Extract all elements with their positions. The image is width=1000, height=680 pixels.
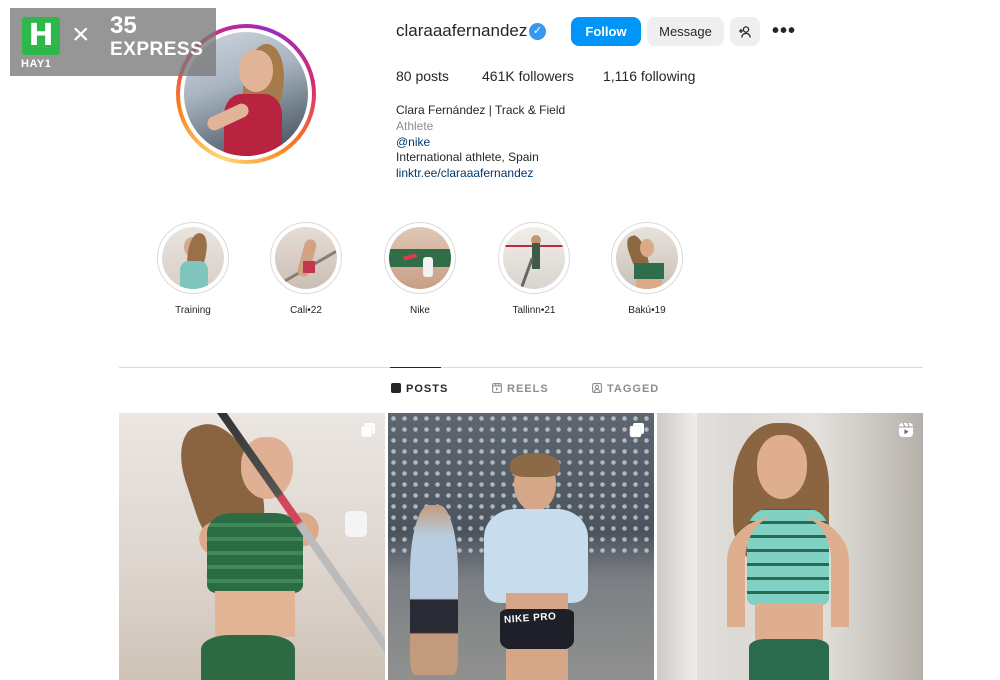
posts-count: 80 posts [396,68,449,84]
highlight-thumbnail [275,227,337,289]
tab-reels-label: REELS [507,383,549,395]
post-thumbnail-3[interactable] [657,413,923,680]
active-tab-indicator [390,367,441,368]
highlight-baku-19[interactable]: Bakú•19 [611,222,683,316]
reels-icon [492,383,502,393]
highlight-training[interactable]: Training [157,222,229,316]
highlight-thumbnail [389,227,451,289]
highlight-tallinn-21[interactable]: Tallinn•21 [498,222,570,316]
followers-count[interactable]: 461K followers [482,68,574,84]
watermark-times: × [72,18,90,51]
post-thumbnail-2[interactable]: NIKE PRO [388,413,654,680]
highlight-label: Nike [409,305,430,316]
highlight-ring [270,222,342,294]
highlight-thumbnail [616,227,678,289]
tab-tagged[interactable]: TAGGED [592,383,659,395]
highlight-ring [384,222,456,294]
post-thumbnail-1[interactable] [119,413,385,680]
watermark-express: EXPRESS [110,39,204,60]
avatar-top [224,94,282,156]
post-photo-doorframe [657,413,697,680]
tab-reels[interactable]: REELS [492,383,549,395]
post-photo-shorts [201,635,295,680]
profile-username: claraaafernandez [396,21,528,40]
carousel-icon [360,423,375,438]
highlight-nike[interactable]: Nike [384,222,456,316]
highlight-ring [611,222,683,294]
suggested-users-button[interactable] [730,17,760,46]
message-button[interactable]: Message [647,17,724,46]
highlight-label: Training [175,305,211,316]
tab-tagged-label: TAGGED [607,383,660,395]
follow-button[interactable]: Follow [571,17,641,46]
highlight-label: Tallinn•21 [512,305,556,316]
carousel-icon [629,423,644,438]
highlight-label: Cali•22 [290,305,322,316]
bio-external-link[interactable]: linktr.ee/claraaafernandez [396,166,533,180]
highlight-cali-22[interactable]: Cali•22 [270,222,342,316]
post-photo-top [207,513,303,593]
watermark-number: 35 [110,12,137,39]
following-count-value: 1,116 [603,68,637,84]
tagged-icon [592,383,602,393]
highlight-ring [498,222,570,294]
bio-full-name: Clara Fernández | Track & Field [396,103,566,117]
bio-category: Athlete [396,119,434,133]
post-photo-shorts [749,639,829,680]
verified-badge-icon: ✓ [529,23,546,40]
watermark-logo: H HAY1 × 35 EXPRESS [10,8,216,76]
following-count[interactable]: 1,116 following [603,68,695,84]
post-photo-person-left [410,505,458,675]
posts-count-value: 80 [396,68,412,84]
followers-count-label: followers [518,68,574,84]
posts-count-label: posts [415,68,449,84]
reel-icon [899,422,913,437]
grid-icon [391,383,401,393]
bio-description: International athlete, Spain [396,150,539,164]
bio-mention-link[interactable]: @nike [396,135,430,149]
followers-count-value: 461K [482,68,515,84]
add-user-icon [739,26,751,38]
post-photo-torso [215,591,295,637]
tab-posts-label: POSTS [406,383,449,395]
avatar-face [239,50,273,92]
post-photo-face [757,435,807,499]
following-count-label: following [640,68,696,84]
highlight-thumbnail [162,227,224,289]
post-photo-wristband [345,511,367,537]
highlight-label: Bakú•19 [628,305,666,316]
highlight-thumbnail [503,227,565,289]
watermark-hay-text: HAY1 [21,58,52,70]
tabs-divider [119,367,923,368]
post-photo-legs [506,649,568,680]
highlight-ring [157,222,229,294]
watermark-h-logo: H [22,17,60,55]
more-options-icon[interactable]: ••• [772,20,796,43]
post-photo-person-hair [510,453,560,477]
post-photo-person-top [484,509,588,603]
tab-posts[interactable]: POSTS [391,383,448,395]
